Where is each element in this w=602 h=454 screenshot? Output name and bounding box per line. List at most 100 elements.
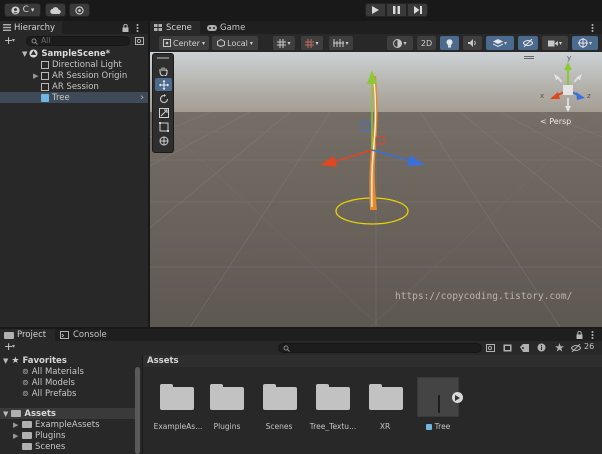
more-options-icon[interactable] — [591, 331, 594, 339]
expand-prefab-button[interactable] — [452, 392, 463, 403]
step-button[interactable] — [407, 3, 428, 17]
effects-dropdown[interactable]: ▾ — [486, 36, 514, 50]
tab-game[interactable]: Game — [204, 21, 254, 34]
gizmo-z-label: z — [587, 92, 591, 100]
move-tool-button[interactable] — [155, 78, 172, 91]
asset-item[interactable]: Scenes — [252, 377, 306, 433]
pivot-label: Center — [173, 38, 200, 48]
tag-icon[interactable] — [520, 344, 529, 352]
scene-canvas — [150, 52, 602, 327]
folder-row[interactable]: Scenes — [0, 441, 147, 452]
favorites-header[interactable]: ▼ ★ Favorites — [0, 355, 147, 366]
game-controller-icon — [207, 24, 217, 31]
asset-item[interactable]: Tree_Textu... — [306, 377, 360, 433]
info-icon[interactable] — [537, 343, 546, 352]
rotate-tool-button[interactable] — [155, 92, 172, 105]
hierarchy-tab-label: Hierarchy — [14, 22, 56, 33]
eye-off-icon[interactable] — [571, 344, 581, 352]
audio-toggle[interactable] — [463, 36, 482, 50]
search-field[interactable]: All — [26, 36, 130, 46]
grid-snap-button[interactable]: ▾ — [273, 36, 295, 50]
lock-icon[interactable] — [576, 331, 583, 339]
hand-tool-button[interactable] — [155, 64, 172, 77]
ruler-icon — [333, 39, 345, 47]
chevron-right-icon[interactable]: › — [140, 93, 144, 103]
asset-item-prefab[interactable]: Tree — [415, 377, 471, 433]
scene-name: SampleScene* — [41, 48, 111, 59]
breadcrumb[interactable]: Assets — [147, 356, 179, 366]
asset-item[interactable]: ExampleAs... — [151, 377, 205, 433]
hierarchy-item-ar-session[interactable]: AR Session — [0, 81, 147, 92]
scene-visibility-toggle[interactable] — [518, 36, 538, 50]
asset-label: ExampleAs... — [153, 422, 203, 431]
pause-button[interactable] — [386, 3, 407, 17]
palette-grip[interactable] — [157, 57, 169, 59]
chevron-down-icon: ▾ — [249, 39, 253, 47]
tab-console[interactable]: Console — [60, 329, 115, 341]
star-icon: ★ — [11, 355, 20, 366]
chevron-down-icon: ▾ — [315, 39, 319, 47]
more-options-icon[interactable] — [136, 24, 139, 32]
scale-tool-button[interactable] — [155, 106, 172, 119]
local-space-icon — [217, 39, 226, 47]
hierarchy-item-label: Directional Light — [52, 59, 122, 70]
draw-mode-dropdown[interactable]: ▾ — [387, 36, 413, 50]
folder-row[interactable]: ▶ ExampleAssets — [0, 419, 147, 430]
project-panel: Project Console + ▾ 26 ▼ ★ Favorites ⊚ A… — [0, 329, 602, 454]
asset-item[interactable]: XR — [358, 377, 412, 433]
favorite-item[interactable]: ⊚ All Materials — [0, 366, 147, 377]
play-icon — [372, 6, 379, 14]
hierarchy-item-ar-session-origin[interactable]: ▶ AR Session Origin — [0, 70, 147, 81]
play-button[interactable] — [365, 3, 386, 17]
expand-arrow-icon: ▼ — [3, 356, 9, 365]
assets-folder-row[interactable]: ▼ Assets — [0, 408, 135, 419]
hidden-count: 26 — [584, 342, 595, 351]
search-by-type-icon[interactable] — [135, 37, 144, 45]
folder-icon — [160, 384, 194, 410]
lighting-toggle[interactable] — [440, 36, 459, 50]
search-by-type-icon[interactable] — [486, 344, 495, 352]
favorites-label: Favorites — [22, 355, 67, 366]
favorite-item[interactable]: ⊚ All Models — [0, 377, 147, 388]
space-dropdown[interactable]: Local ▾ — [212, 36, 258, 50]
camera-dropdown[interactable]: ▾ — [542, 36, 568, 50]
prefab-icon — [425, 423, 432, 430]
axis-gizmo-icon — [550, 62, 585, 112]
lock-icon[interactable] — [122, 24, 129, 32]
ruler-button[interactable]: ▾ — [329, 36, 353, 50]
projection-label[interactable]: < Persp — [540, 117, 571, 126]
gizmo-menu-icon[interactable] — [524, 56, 534, 59]
favorite-item[interactable]: ⊚ All Prefabs — [0, 388, 147, 399]
tab-scene[interactable]: Scene — [150, 21, 200, 34]
sidebar-scrollbar[interactable] — [135, 367, 140, 454]
filter-type-icon[interactable] — [503, 344, 512, 352]
folder-row[interactable]: ▶ Plugins — [0, 430, 147, 441]
search-placeholder: All — [41, 36, 51, 45]
asset-item[interactable]: Plugins — [200, 377, 254, 433]
scene-icon — [154, 24, 162, 31]
gizmos-dropdown[interactable]: ▾ — [572, 36, 598, 50]
scene-row[interactable]: ▼ SampleScene* — [0, 48, 147, 59]
star-icon[interactable] — [555, 343, 564, 352]
pivot-dropdown[interactable]: Center ▾ — [159, 36, 209, 50]
hierarchy-item-directional-light[interactable]: Directional Light — [0, 59, 147, 70]
rect-tool-button[interactable] — [155, 120, 172, 133]
layers-icon — [492, 38, 503, 47]
transform-tool-button[interactable] — [155, 134, 172, 147]
collab-button[interactable] — [69, 3, 90, 17]
mode-2d-toggle[interactable]: 2D — [417, 36, 436, 50]
increment-snap-button[interactable]: ▾ — [301, 36, 323, 50]
orientation-gizmo[interactable]: y x z — [536, 54, 598, 116]
collab-icon — [75, 5, 84, 15]
more-options-icon[interactable] — [591, 24, 594, 32]
tab-label: Project — [17, 330, 47, 340]
account-button[interactable]: C ▾ — [4, 3, 41, 17]
cloud-icon — [50, 6, 61, 14]
expand-arrow-icon[interactable]: ▶ — [33, 72, 41, 80]
lightbulb-icon — [446, 38, 453, 47]
cloud-button[interactable] — [45, 3, 66, 17]
project-search-field[interactable] — [278, 343, 482, 353]
hierarchy-item-tree[interactable]: Tree › — [0, 92, 148, 103]
scene-viewport[interactable]: y x z < Persp https://copycoding.tistory… — [150, 52, 602, 327]
tab-hierarchy[interactable]: Hierarchy — [0, 21, 62, 34]
